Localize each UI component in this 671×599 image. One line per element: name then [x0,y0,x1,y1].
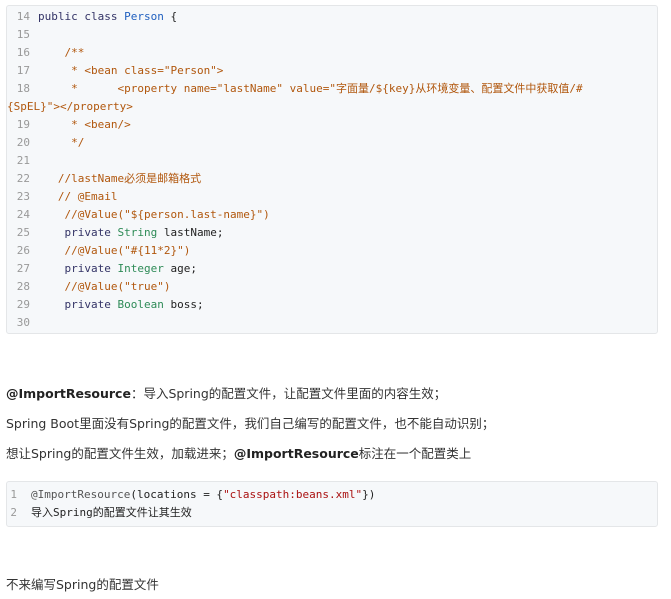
code-token: Person [124,10,164,23]
code-token: private [38,298,118,311]
code-token: Boolean [117,298,164,311]
code-token: private [38,262,118,275]
code-token: lastName; [157,226,224,239]
paragraph-import-resource: @ImportResource：导入Spring的配置文件，让配置文件里面的内容… [6,385,446,403]
code-token: age; [163,262,197,275]
code-line: 21 [7,152,657,170]
code-token: (locations = { [130,488,224,501]
code-text: private Boolean boss; [38,296,657,314]
code-line: 15 [7,26,657,44]
code-token: //@Value("true") [38,280,171,293]
code-text: //lastName必须是邮箱格式 [38,170,657,188]
code-text: 导入Spring的配置文件让其生效 [23,504,657,522]
code-token: "classpath:beans.xml" [223,488,363,501]
code-text: @ImportResource(locations = {"classpath:… [23,486,657,504]
code-token: boss; [163,298,204,311]
line-number: 15 [16,28,30,41]
line-number: 26 [16,244,30,257]
code-line: 25 private String lastName; [7,224,657,242]
code-line: {SpEL}"></property> [7,98,657,116]
code-line: 26 //@Value("#{11*2}") [7,242,657,260]
paragraph-spring-boot: Spring Boot里面没有Spring的配置文件，我们自己编写的配置文件，也… [6,416,495,431]
code-text: //@Value("#{11*2}") [38,242,657,260]
code-line: 2 导入Spring的配置文件让其生效 [7,504,657,522]
code-token: { [163,10,178,23]
code-line: 14 public class Person { [7,8,657,26]
code-text: //@Value("${person.last-name}") [38,206,657,224]
line-number: 20 [16,136,30,149]
code-text: /** [38,44,657,62]
code-text: private Integer age; [38,260,657,278]
code-block-import-resource: 1 @ImportResource(locations = {"classpath… [6,481,658,527]
code-text: * <bean/> [38,116,657,134]
code-text: public class Person { [38,8,657,26]
code-line: 20 */ [7,134,657,152]
code-line: 24 //@Value("${person.last-name}") [7,206,657,224]
line-number: 1 [10,488,17,501]
code-token: /** [38,46,85,59]
line-number: 2 [10,506,17,519]
code-line: 29 private Boolean boss; [7,296,657,314]
code-text: */ [38,134,657,152]
code-line: 22 //lastName必须是邮箱格式 [7,170,657,188]
code-line: 19 * <bean/> [7,116,657,134]
code-token: 导入Spring的配置文件让其生效 [31,506,192,519]
code-line: 18 * <property name="lastName" value="字面… [7,80,657,98]
line-number: 27 [16,262,30,275]
code-token: * <property name="lastName" value="字面量/$… [38,82,583,95]
paragraph-text: ：导入Spring的配置文件，让配置文件里面的内容生效； [130,386,447,401]
code-line: 1 @ImportResource(locations = {"classpath… [7,486,657,504]
code-token: private [38,226,118,239]
line-number: 18 [16,82,30,95]
line-number: 17 [16,64,30,77]
line-number: 28 [16,280,30,293]
line-number: 25 [16,226,30,239]
code-token: //@Value("${person.last-name}") [38,208,270,221]
code-text: {SpEL}"></property> [7,98,657,116]
code-token: @ImportResource [31,488,131,501]
paragraph-no-spring-config: 不来编写Spring的配置文件 [6,577,159,592]
code-token: * <bean class="Person"> [38,64,224,77]
line-number: 24 [16,208,30,221]
line-number: 14 [16,10,30,23]
paragraph-load-config: 想让Spring的配置文件生效，加载进来；@ImportResource标注在一… [6,445,471,463]
code-text: * <bean class="Person"> [38,62,657,80]
code-line: 17 * <bean class="Person"> [7,62,657,80]
import-resource-bold: @ImportResource [233,446,359,461]
line-number: 21 [16,154,30,167]
code-text: private String lastName; [38,224,657,242]
code-line: 16 /** [7,44,657,62]
code-text: * <property name="lastName" value="字面量/$… [38,80,657,98]
code-token: {SpEL}"></property> [7,100,133,113]
line-number: 22 [16,172,30,185]
line-number: 19 [16,118,30,131]
code-token: //@Value("#{11*2}") [38,244,191,257]
paragraph-text: 标注在一个配置类上 [358,446,472,461]
code-token: public class [38,10,125,23]
code-text: //@Value("true") [38,278,657,296]
code-line: 23 // @Email [7,188,657,206]
code-text: // @Email [38,188,657,206]
code-token: }) [362,488,376,501]
code-token: */ [38,136,85,149]
code-block-person-class: 14 public class Person {15 16 /** 17 * <bea… [6,5,658,334]
code-line: 28 //@Value("true") [7,278,657,296]
import-resource-bold: @ImportResource [6,386,131,401]
code-line: 30 [7,314,657,332]
code-token: * <bean/> [38,118,131,131]
paragraph-text: 想让Spring的配置文件生效，加载进来； [6,446,234,461]
line-number: 16 [16,46,30,59]
line-number: 30 [16,316,30,329]
code-token: //lastName必须是邮箱格式 [38,172,202,185]
code-token: Integer [117,262,164,275]
code-line: 27 private Integer age; [7,260,657,278]
line-number: 23 [16,190,30,203]
line-number: 29 [16,298,30,311]
code-token: String [117,226,158,239]
code-token: // @Email [38,190,118,203]
